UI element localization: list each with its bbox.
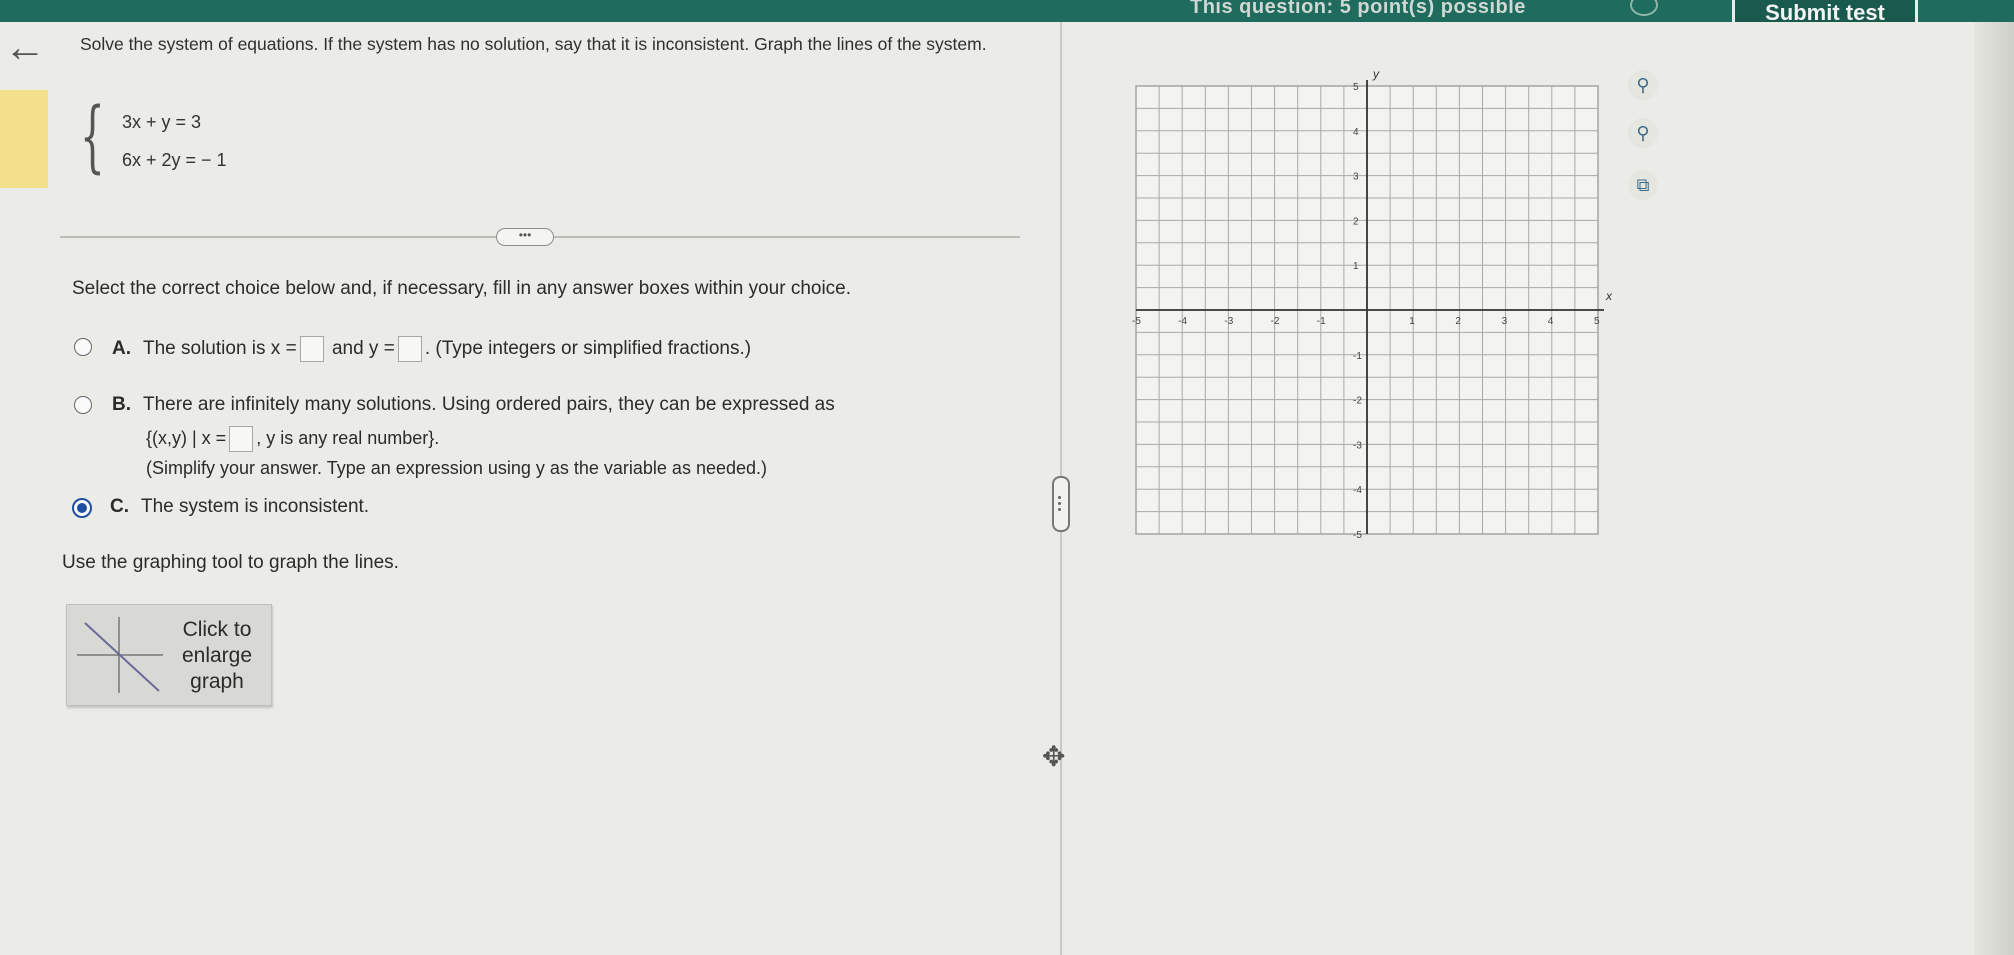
x-tick-label: -3 — [1224, 316, 1233, 327]
graph-instruction: Use the graphing tool to graph the lines… — [62, 552, 399, 573]
back-arrow-icon[interactable]: ← — [4, 26, 46, 68]
coordinate-graph[interactable]: x y -5 -5 -4 -4 -3 -3 -2 -2 -1 -1 1 1 2 2 3 3 4 4 5 5 — [1120, 60, 1620, 560]
x-tick-label: 3 — [1502, 316, 1508, 327]
zoom-out-icon[interactable]: ⚲ — [1628, 118, 1658, 148]
x-tick-label: -2 — [1271, 316, 1280, 327]
x-tick-label: 2 — [1455, 316, 1461, 327]
y-axis-label: y — [1372, 67, 1380, 81]
enlarge-graph-button[interactable]: Click to enlarge graph — [66, 604, 272, 706]
graph-thumbnail-icon — [77, 617, 163, 693]
choice-b-set: {(x,y) | x = , y is any real number}. — [146, 426, 439, 452]
page-edge — [1974, 22, 2014, 955]
choice-b: B. There are infinitely many solutions. U… — [112, 394, 835, 416]
equation-1: 3x + y = 3 — [122, 112, 202, 132]
choice-a: A. The solution is x = and y = . (Type int… — [112, 336, 751, 362]
choice-b-radio[interactable] — [74, 396, 92, 414]
y-tick-label: 4 — [1353, 127, 1359, 138]
choice-b-note: (Simplify your answer. Type an expressio… — [146, 458, 767, 478]
choice-b-letter: B. — [112, 394, 131, 415]
choice-a-text-mid: and y = — [331, 338, 395, 360]
x-tick-label: 4 — [1548, 316, 1554, 327]
y-tick-label: 3 — [1353, 172, 1359, 183]
set-open: {(x,y) | x = — [146, 427, 227, 448]
question-info: This question: 5 point(s) possible — [1190, 0, 1526, 18]
x-tick-label: -5 — [1132, 316, 1141, 327]
side-tab[interactable] — [0, 90, 48, 188]
x-tick-label: 5 — [1594, 316, 1600, 327]
x-tick-label: -1 — [1317, 316, 1326, 327]
choice-c: C. The system is inconsistent. — [110, 496, 369, 518]
choice-a-text-before: The solution is x = — [143, 338, 297, 360]
set-close: , y is any real number}. — [256, 427, 440, 448]
zoom-in-icon[interactable]: ⚲ — [1628, 70, 1658, 100]
choice-c-letter: C. — [110, 496, 129, 517]
y-tick-label: -3 — [1353, 440, 1362, 451]
answer-box-set-x[interactable] — [229, 426, 254, 452]
resize-handle[interactable] — [1052, 476, 1070, 532]
choice-b-text: There are infinitely many solutions. Usi… — [143, 394, 835, 415]
more-button[interactable]: ••• — [496, 228, 554, 246]
choice-c-text: The system is inconsistent. — [141, 496, 370, 517]
choice-a-letter: A. — [112, 338, 131, 360]
choice-a-text-after: . (Type integers or simplified fractions… — [424, 338, 752, 360]
y-tick-label: -2 — [1353, 396, 1362, 407]
equation-2: 6x + 2y = − 1 — [122, 150, 227, 170]
instruction-text: Select the correct choice below and, if … — [72, 278, 852, 299]
top-bar: This question: 5 point(s) possible — [0, 0, 2014, 22]
answer-box-y[interactable] — [397, 336, 422, 362]
status-icon — [1630, 0, 1658, 16]
brace-icon: { — [80, 92, 105, 182]
y-tick-label: 5 — [1353, 82, 1359, 93]
x-axis-label: x — [1605, 289, 1613, 303]
question-prompt: Solve the system of equations. If the sy… — [80, 34, 987, 54]
x-tick-label: -4 — [1178, 316, 1187, 327]
y-tick-label: -5 — [1353, 530, 1362, 541]
choice-a-radio[interactable] — [74, 338, 92, 356]
external-link-icon[interactable]: ⧉ — [1628, 170, 1658, 200]
y-tick-label: -1 — [1353, 351, 1362, 362]
question-page — [0, 22, 2014, 955]
y-tick-label: 1 — [1353, 261, 1359, 272]
choice-c-radio[interactable] — [72, 498, 92, 518]
x-tick-label: 1 — [1409, 316, 1415, 327]
answer-box-x[interactable] — [299, 336, 324, 362]
y-tick-label: 2 — [1353, 216, 1359, 227]
enlarge-graph-label: Click to enlarge graph — [181, 618, 253, 693]
y-tick-label: -4 — [1353, 485, 1362, 496]
move-icon[interactable]: ✥ — [1042, 740, 1065, 773]
